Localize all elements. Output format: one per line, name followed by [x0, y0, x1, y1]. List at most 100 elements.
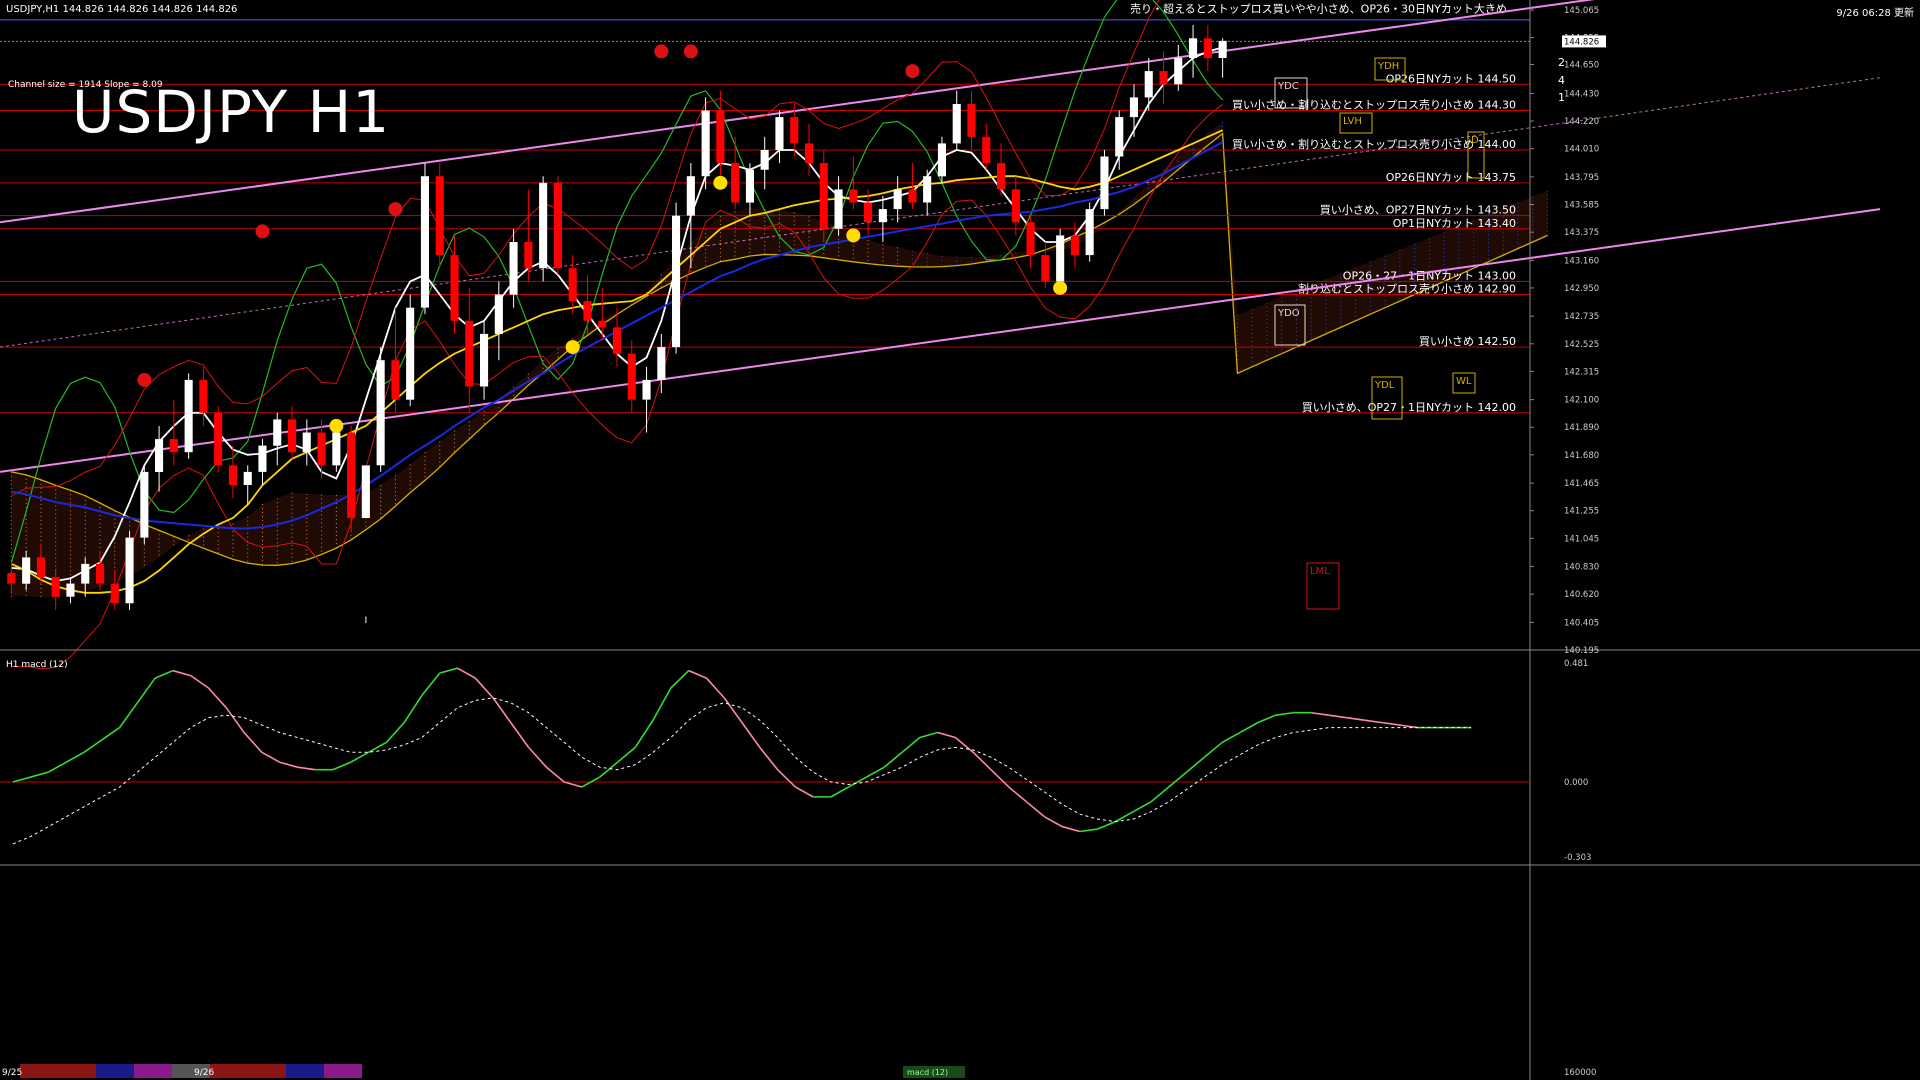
candle-body: [155, 439, 164, 472]
candle-body: [1129, 97, 1138, 118]
candle-body: [864, 202, 873, 223]
candle-body: [228, 465, 237, 486]
price-tick-label: 145.065: [1564, 6, 1599, 16]
candle-body: [1115, 117, 1124, 157]
candle-body: [805, 143, 814, 164]
candle-body: [347, 432, 356, 518]
session-segment: [248, 1064, 286, 1078]
price-tick-label: 142.950: [1564, 284, 1599, 294]
candle-body: [184, 379, 193, 453]
candle-body: [1144, 71, 1153, 98]
candle-body: [125, 537, 134, 604]
signal-marker: [846, 228, 861, 243]
candle-body: [672, 215, 681, 348]
candle-body: [494, 294, 503, 334]
candle-body: [199, 379, 208, 413]
candle-body: [1100, 156, 1109, 210]
signal-marker: [388, 202, 403, 217]
candle-body: [376, 360, 385, 466]
candle-body: [1218, 40, 1227, 58]
candle-body: [1026, 222, 1035, 256]
macd-tick-label: 0.481: [1564, 659, 1588, 669]
signal-marker: [713, 175, 728, 190]
price-tick-label: 140.620: [1564, 590, 1599, 600]
candle-body: [686, 176, 695, 216]
candle-body: [745, 169, 754, 203]
level-label: OP26日NYカット 143.75: [1386, 171, 1516, 184]
macd-tab-label: macd (12): [907, 1068, 948, 1077]
candle-body: [716, 110, 725, 164]
signal-marker: [1053, 280, 1068, 295]
level-label: 買い小さめ 142.50: [1419, 335, 1516, 348]
candle-body: [7, 573, 16, 584]
candle-body: [612, 327, 621, 354]
candle-body: [66, 583, 75, 597]
candle-body: [22, 557, 31, 584]
candle-body: [553, 182, 562, 269]
session-segment: [324, 1064, 362, 1078]
signal-marker: [654, 44, 669, 59]
candle-body: [598, 320, 607, 328]
candle-body: [288, 419, 297, 453]
tag-label: WL: [1456, 376, 1472, 387]
candle-body: [480, 333, 489, 387]
price-tick-label: 141.255: [1564, 507, 1599, 517]
signal-marker: [565, 340, 580, 355]
candle-body: [36, 557, 45, 578]
candle-body: [627, 353, 636, 400]
date-label-left: 9/25: [2, 1068, 22, 1078]
signal-marker: [255, 224, 270, 239]
level-label: OP1日NYカット 143.40: [1393, 217, 1516, 230]
candle-body: [1189, 38, 1198, 58]
price-tick-label: 144.220: [1564, 117, 1599, 127]
signal-marker: [329, 418, 344, 433]
candle-body: [701, 110, 710, 177]
candle-body: [849, 189, 858, 203]
candle-body: [568, 268, 577, 302]
price-tick-label: 140.830: [1564, 563, 1599, 573]
candle-body: [273, 419, 282, 446]
candle-body: [214, 412, 223, 466]
candle-body: [1203, 38, 1212, 58]
symbol-info: USDJPY,H1 144.826 144.826 144.826 144.82…: [6, 4, 238, 15]
candle-body: [509, 242, 518, 295]
candle-body: [1011, 189, 1020, 223]
update-time: 9/26 06:28 更新: [1836, 8, 1914, 19]
candle-body: [1041, 255, 1050, 282]
price-tick-label: 141.680: [1564, 451, 1599, 461]
candle-body: [967, 104, 976, 137]
candle-body: [731, 163, 740, 203]
candle-body: [878, 209, 887, 223]
candle-body: [775, 117, 784, 150]
candle-body: [51, 577, 60, 597]
candle-body: [1070, 235, 1079, 256]
candle-body: [243, 471, 252, 485]
price-tick-label: 144.010: [1564, 145, 1599, 155]
candle-body: [790, 117, 799, 144]
price-tick-label: 140.405: [1564, 618, 1599, 628]
candle-body: [583, 301, 592, 321]
tag-label: LVH: [1343, 116, 1362, 127]
chart-title: USDJPY H1: [72, 78, 391, 146]
candle-body: [465, 320, 474, 387]
chart-canvas: OP26日NYカット 144.50買い小さめ・割り込むとストップロス売り小さめ …: [0, 0, 1920, 1080]
tag-label: YDL: [1374, 380, 1395, 391]
price-tick-label: 142.100: [1564, 396, 1599, 406]
macd-title: H1 macd (12): [6, 660, 68, 670]
candle-body: [391, 360, 400, 400]
top-annotation: 売り・超えるとストップロス買いやや小さめ、OP26・30日NYカット大きめ: [1130, 2, 1507, 16]
candle-body: [760, 150, 769, 170]
session-segment: [210, 1064, 248, 1078]
candle-body: [332, 432, 341, 466]
candle-body: [923, 176, 932, 203]
date-label-mid: 9/26: [194, 1068, 214, 1078]
session-segment: [96, 1064, 134, 1078]
level-label: 買い小さめ、OP27・1日NYカット 142.00: [1302, 401, 1516, 414]
signal-marker: [683, 44, 698, 59]
candle-body: [420, 176, 429, 308]
price-tick-label: 144.650: [1564, 61, 1599, 71]
signal-marker: [137, 372, 152, 387]
level-label: 買い小さめ、OP27日NYカット 143.50: [1320, 204, 1516, 217]
candle-body: [952, 104, 961, 144]
candle-body: [450, 255, 459, 321]
